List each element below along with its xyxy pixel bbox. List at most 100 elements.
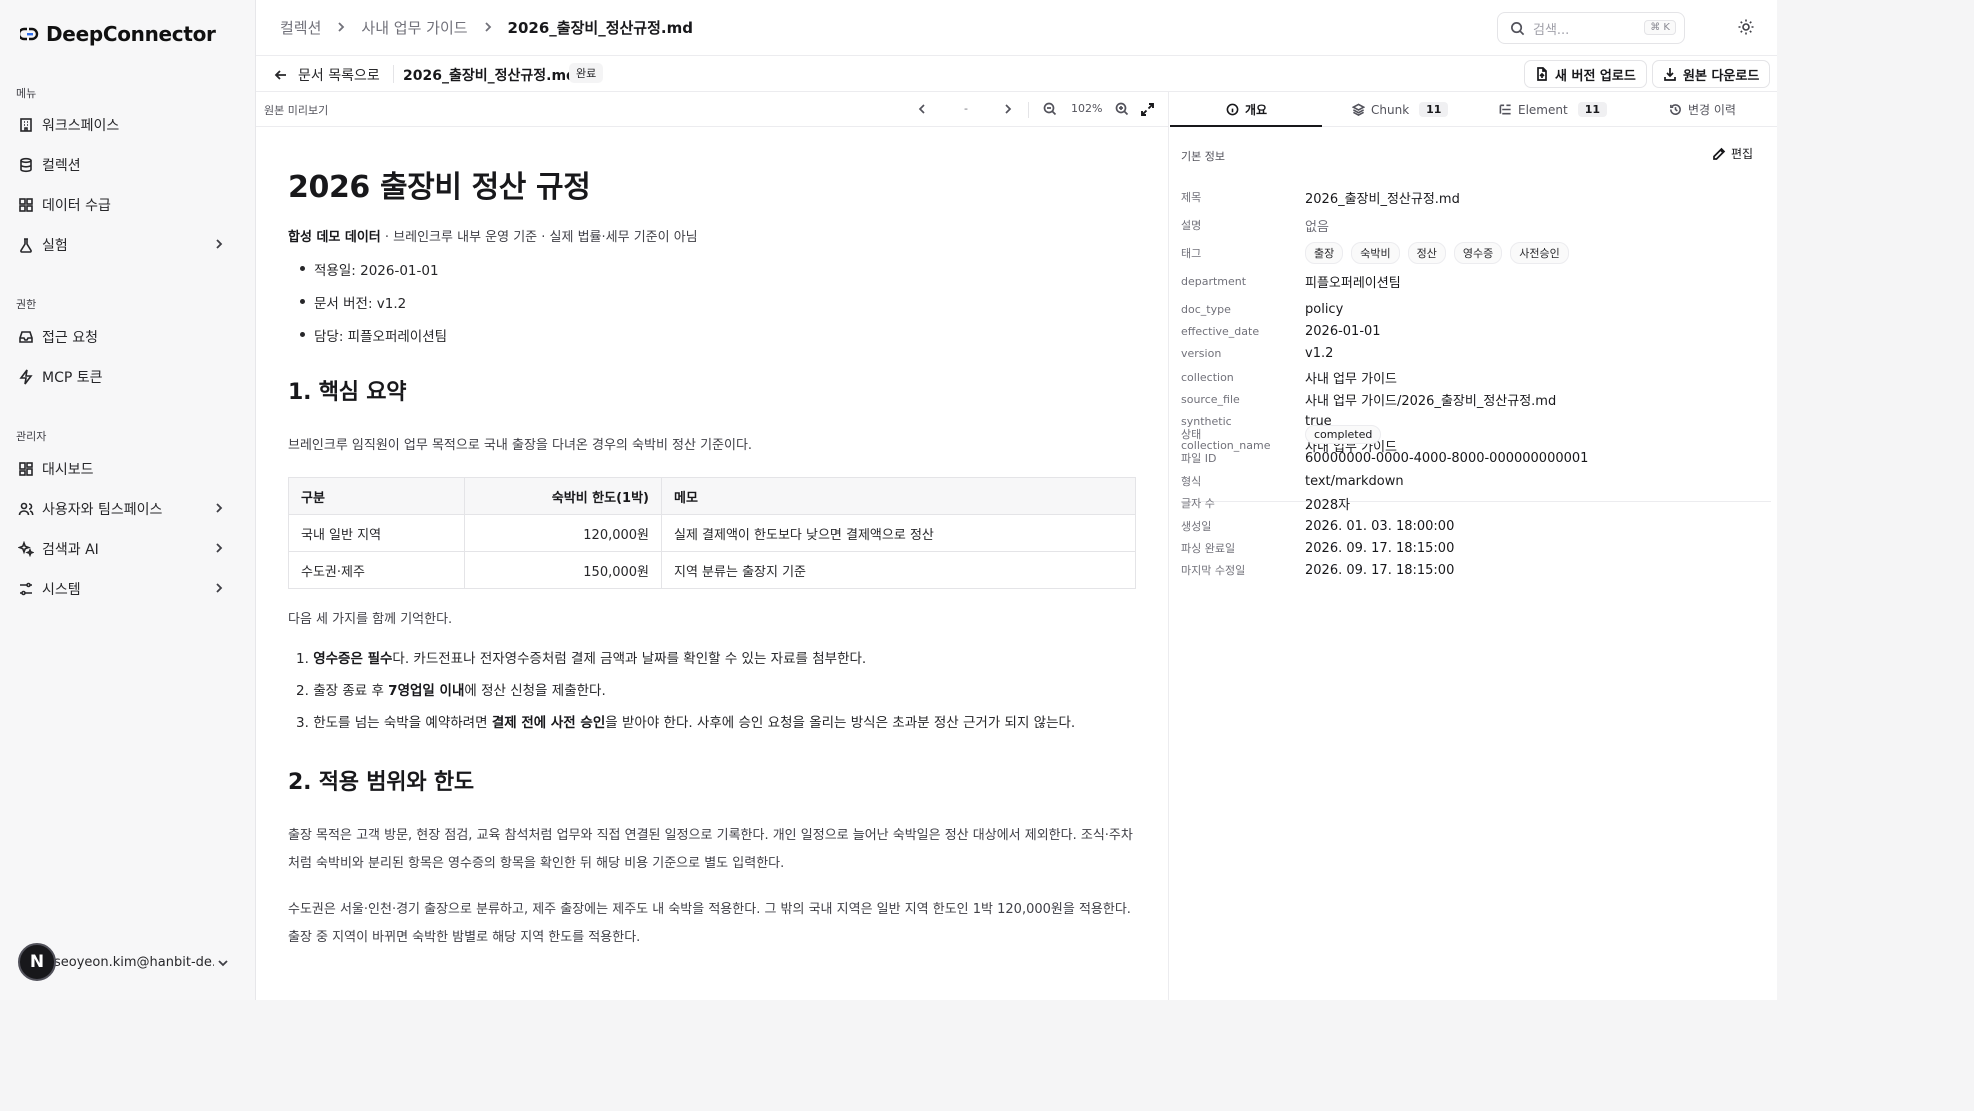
preview-title: 원본 미리보기 [264, 104, 329, 117]
sidebar-section-menu: 메뉴 [16, 87, 37, 100]
zoom-out-button[interactable] [1042, 101, 1058, 117]
list-item: 3. 한도를 넘는 숙박을 예약하려면 결제 전에 사전 승인을 받아야 한다.… [296, 711, 1075, 743]
tab-count-badge: 11 [1577, 102, 1607, 117]
tag-chip[interactable]: 사전승인 [1510, 242, 1569, 264]
sidebar-item-data-ingest[interactable]: 데이터 수급 [12, 188, 244, 222]
sidebar-item-collection[interactable]: 컬렉션 [12, 148, 244, 182]
divider [393, 65, 394, 83]
next-page-button[interactable] [1000, 101, 1016, 117]
expand-button[interactable] [1136, 98, 1158, 120]
sidebar-item-label: 데이터 수급 [42, 198, 111, 214]
original-preview-pane: 원본 미리보기 - 102% 2026 출장비 정산 규정 합성 데모 데이터 … [256, 92, 1169, 1000]
field-key: version [1181, 346, 1222, 360]
chevron-right-icon [212, 581, 226, 595]
tab-label: Element [1518, 102, 1568, 117]
field-key: 상태 [1181, 428, 1202, 441]
chevron-right-icon [1005, 104, 1012, 114]
zoom-level: 102% [1071, 102, 1103, 115]
ordered-list: 1. 영수증은 필수다. 카드전표나 전자영수증처럼 결제 금액과 날짜를 확인… [296, 647, 1075, 743]
sidebar-item-label: 워크스페이스 [42, 118, 120, 134]
zoom-out-icon [1043, 102, 1057, 116]
chevron-right-icon [212, 237, 226, 251]
edit-button[interactable]: 편집 [1712, 145, 1753, 162]
field-key: 제목 [1181, 191, 1202, 204]
meta-created: 생성일 2026. 01. 03. 18:00:00 [1181, 515, 1771, 537]
search-icon [1511, 21, 1525, 35]
sidebar-item-access-request[interactable]: 접근 요청 [12, 320, 244, 354]
document-title: 2026 출장비 정산 규정 [288, 170, 591, 205]
chevron-right-icon [482, 19, 494, 37]
file-upload-icon [1537, 67, 1547, 81]
search-input[interactable]: 검색... ⌘ K [1497, 12, 1685, 44]
meta-list: 적용일: 2026-01-01 문서 버전: v1.2 담당: 피플오퍼레이션팀 [300, 259, 447, 358]
sidebar-item-experiment[interactable]: 실험 [12, 228, 244, 262]
tab-label: 변경 이력 [1688, 103, 1736, 117]
field-value: 사내 업무 가이드 [1305, 371, 1397, 387]
field-value: 2026-01-01 [1305, 323, 1381, 339]
field-key: source_file [1181, 392, 1240, 406]
document-lead: 합성 데모 데이터 · 브레인크루 내부 운영 기준 · 실제 법률·세무 기준… [288, 226, 698, 245]
breadcrumb-collection[interactable]: 컬렉션 [280, 17, 321, 38]
download-original-button[interactable]: 원본 다운로드 [1652, 60, 1771, 88]
search-shortcut: ⌘ K [1644, 20, 1676, 35]
sidebar-item-mcp-token[interactable]: MCP 토큰 [12, 360, 244, 394]
user-menu[interactable]: N seoyeon.kim@hanbit-de... [18, 943, 244, 981]
sidebar-item-search-ai[interactable]: 검색과 AI [12, 532, 244, 566]
table-row: 국내 일반 지역 120,000원 실제 결제액이 한도보다 낮으면 결제액으로… [288, 514, 1136, 552]
dashboard-icon [18, 461, 34, 477]
divider [1028, 102, 1029, 118]
meta-parsed: 파싱 완료일 2026. 09. 17. 18:15:00 [1181, 537, 1771, 559]
sidebar-item-workspace[interactable]: 워크스페이스 [12, 108, 244, 142]
table-header: 메모 [661, 477, 1136, 515]
meta-char-count: 글자 수 2028자 [1181, 492, 1771, 514]
tab-history[interactable]: 변경 이력 [1669, 92, 1736, 127]
field-doc-type: doc_type policy [1181, 298, 1771, 320]
field-collection: collection 사내 업무 가이드 [1181, 366, 1771, 388]
document-toolbar: 문서 목록으로 2026_출장비_정산규정.md 완료 새 버전 업로드 원본 … [256, 56, 1777, 92]
field-description: 설명 없음 [1181, 214, 1771, 236]
field-value: 2028자 [1305, 497, 1351, 513]
tag-chip[interactable]: 정산 [1407, 242, 1446, 264]
tab-chunk[interactable]: Chunk 11 [1352, 92, 1449, 127]
upload-new-version-button[interactable]: 새 버전 업로드 [1524, 60, 1647, 88]
tab-element[interactable]: Element 11 [1499, 92, 1607, 127]
meta-status: 상태 completed [1181, 423, 1771, 445]
sidebar-item-users-teamspaces[interactable]: 사용자와 팀스페이스 [12, 492, 244, 526]
field-value: 60000000-0000-4000-8000-000000000001 [1305, 450, 1589, 466]
zoom-in-button[interactable] [1114, 101, 1130, 117]
sidebar-item-label: 검색과 AI [42, 542, 99, 558]
chevron-right-icon [212, 541, 226, 555]
list-number: 2. [296, 683, 309, 699]
sidebar-item-dashboard[interactable]: 대시보드 [12, 452, 244, 486]
field-version: version v1.2 [1181, 342, 1771, 364]
layers-icon [1352, 103, 1365, 116]
prev-page-button[interactable] [914, 101, 930, 117]
tag-chip[interactable]: 출장 [1305, 242, 1344, 264]
breadcrumb-guide[interactable]: 사내 업무 가이드 [361, 17, 467, 38]
field-key: collection [1181, 370, 1234, 384]
theme-toggle[interactable] [1737, 18, 1757, 38]
users-icon [18, 501, 34, 517]
field-tags: 태그 출장 숙박비 정산 영수증 사전승인 [1181, 242, 1771, 264]
table-cell: 150,000원 [464, 551, 662, 589]
app-logo[interactable]: DeepConnector [20, 22, 216, 46]
table-cell: 지역 분류는 출장지 기준 [661, 551, 1136, 589]
field-key: 생성일 [1181, 520, 1212, 533]
sidebar-item-label: 대시보드 [42, 462, 94, 478]
back-to-list-button[interactable]: 문서 목록으로 [274, 65, 380, 85]
tab-overview[interactable]: 개요 [1226, 92, 1267, 127]
list-number: 1. [296, 651, 309, 667]
document-name: 2026_출장비_정산규정.md [403, 68, 577, 84]
chevron-left-icon [918, 104, 925, 114]
download-label: 원본 다운로드 [1683, 68, 1760, 84]
paragraph: 출장 목적은 고객 방문, 현장 점검, 교육 참석처럼 업무와 직접 연결된 … [288, 828, 1133, 871]
sidebar-item-system[interactable]: 시스템 [12, 572, 244, 606]
history-icon [1670, 104, 1681, 115]
field-value: 2026_출장비_정산규정.md [1305, 191, 1460, 207]
avatar: N [18, 943, 56, 981]
section-heading: 2. 적용 범위와 한도 [288, 770, 474, 795]
paragraph: 수도권은 서울·인천·경기 출장으로 분류하고, 제주 출장에는 제주도 내 숙… [288, 902, 1131, 945]
tag-chip[interactable]: 영수증 [1453, 242, 1503, 264]
status-badge: 완료 [569, 63, 604, 83]
tag-chip[interactable]: 숙박비 [1351, 242, 1400, 264]
